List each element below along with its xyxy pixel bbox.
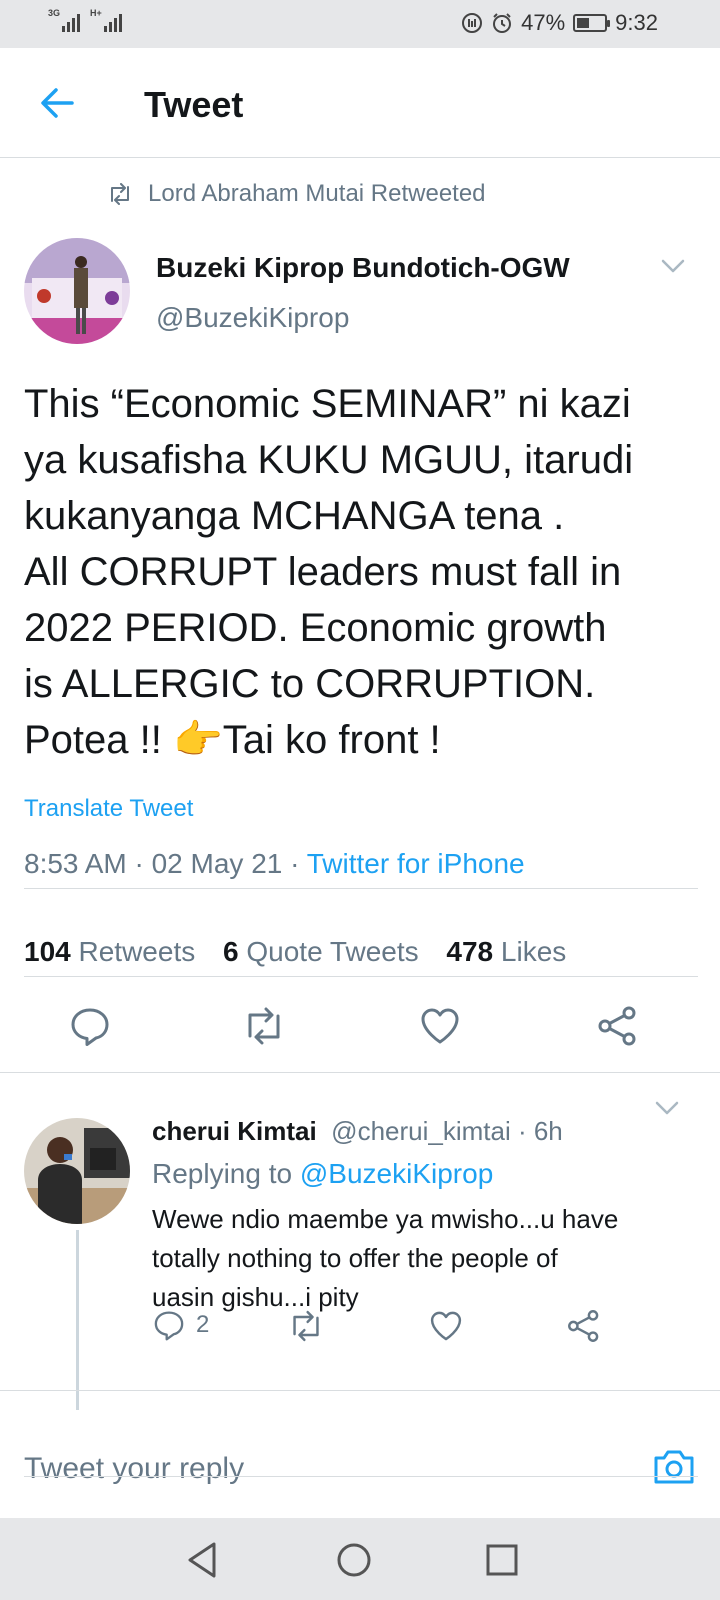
data-saver-icon [461, 12, 483, 34]
author-handle[interactable]: @BuzekiKiprop [156, 302, 349, 334]
reply-author-meta: @cherui_kimtai · 6h [331, 1116, 563, 1146]
nav-back-icon[interactable] [182, 1538, 226, 1582]
tweet-stats: 104 Retweets 6 Quote Tweets 478 Likes [24, 936, 566, 968]
divider [0, 1390, 720, 1391]
camera-icon[interactable] [652, 1446, 696, 1486]
retweet-icon[interactable] [242, 1004, 286, 1048]
app-header: Tweet [0, 48, 720, 158]
tweet-text-line: All CORRUPT leaders must fall in [24, 550, 622, 594]
tweet-text-line: ya kusafisha KUKU MGUU, itarudi [24, 438, 634, 482]
divider [24, 1476, 698, 1477]
quote-tweets-stat[interactable]: 6 Quote Tweets [223, 936, 419, 967]
nav-home-icon[interactable] [332, 1538, 376, 1582]
reply-text-line: uasin gishu...i pity [152, 1282, 359, 1312]
thread-connector [76, 1230, 79, 1410]
battery-icon [573, 14, 611, 32]
arrow-left-icon[interactable] [32, 78, 82, 128]
avatar[interactable] [24, 1118, 130, 1224]
reply-reply-button[interactable]: 2 [152, 1308, 209, 1342]
tweet-text-line: kukanyanga MCHANGA tena . [24, 494, 565, 538]
share-icon[interactable] [596, 1004, 640, 1048]
retweet-context-label: Lord Abraham Mutai Retweeted [148, 180, 486, 207]
reply-text: Wewe ndio maembe ya mwisho...u have tota… [152, 1200, 692, 1317]
nav-recents-icon[interactable] [480, 1538, 524, 1582]
tweet-source-link[interactable]: Twitter for iPhone [307, 848, 525, 879]
signal-strength-icon: H+ [90, 8, 122, 32]
clock: 9:32 [615, 10, 658, 35]
reply-count: 2 [196, 1311, 210, 1338]
tweet-text-line: 2022 PERIOD. Economic growth [24, 606, 607, 650]
tweet-text-line: Potea !! 👉Tai ko front ! [24, 718, 441, 762]
divider [0, 1072, 720, 1073]
like-heart-icon[interactable] [418, 1004, 462, 1048]
divider [24, 976, 698, 977]
chevron-down-icon[interactable] [654, 1100, 680, 1116]
reply-author-name[interactable]: cherui Kimtai [152, 1116, 317, 1146]
timestamp-text: 8:53 AM · 02 May 21 · [24, 848, 307, 879]
retweet-icon [111, 183, 129, 205]
reply-text-line: totally nothing to offer the people of [152, 1243, 558, 1273]
page-title: Tweet [144, 84, 244, 125]
tweet-timestamp: 8:53 AM · 02 May 21 · Twitter for iPhone [24, 848, 525, 880]
tweet-text: This “Economic SEMINAR” ni kazi ya kusaf… [24, 376, 704, 768]
translate-tweet-link[interactable]: Translate Tweet [24, 795, 193, 823]
tweet-text-line: is ALLERGIC to CORRUPTION. [24, 662, 596, 706]
retweet-icon[interactable] [288, 1308, 324, 1344]
chevron-down-icon[interactable] [660, 258, 686, 274]
battery-percent: 47% [521, 10, 566, 35]
reply-text-line: Wewe ndio maembe ya mwisho...u have [152, 1204, 619, 1234]
reply-icon[interactable] [68, 1004, 112, 1048]
system-nav-bar [0, 1518, 720, 1600]
author-name[interactable]: Buzeki Kiprop Bundotich-OGW [156, 252, 570, 284]
share-icon[interactable] [566, 1308, 602, 1344]
network-type-label: 3G [48, 8, 61, 18]
likes-stat[interactable]: 478 Likes [446, 936, 566, 967]
replying-prefix: Replying to [152, 1158, 300, 1189]
tweet-text-line: This “Economic SEMINAR” ni kazi [24, 382, 631, 426]
replying-to: Replying to @BuzekiKiprop [152, 1158, 493, 1190]
retweets-stat[interactable]: 104 Retweets [24, 936, 195, 967]
network-type-label: H+ [90, 8, 102, 18]
status-bar: 3G H+ 47% 9:32 [0, 0, 720, 48]
reply-icon [154, 1311, 184, 1341]
reply-author[interactable]: cherui Kimtai @cherui_kimtai · 6h [152, 1116, 563, 1147]
retweet-context[interactable]: Lord Abraham Mutai Retweeted [106, 180, 486, 208]
avatar[interactable] [24, 238, 130, 344]
reply-composer-input[interactable]: Tweet your reply [24, 1452, 244, 1486]
alarm-icon [491, 12, 513, 34]
signal-strength-icon: 3G [48, 8, 80, 32]
like-heart-icon[interactable] [428, 1308, 464, 1344]
divider [24, 888, 698, 889]
replying-to-mention[interactable]: @BuzekiKiprop [300, 1158, 493, 1189]
